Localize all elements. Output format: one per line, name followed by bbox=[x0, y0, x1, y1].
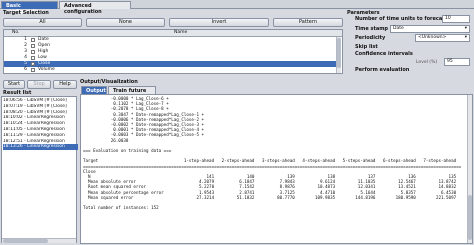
output-vscroll[interactable] bbox=[467, 95, 472, 243]
result-list-hscroll[interactable] bbox=[2, 238, 76, 243]
target-row[interactable]: 6 Volume bbox=[4, 67, 336, 73]
eval-row: Root mean squared error 5.2270 7.1542 8.… bbox=[83, 184, 457, 190]
target-table-scrollbar[interactable] bbox=[336, 37, 341, 73]
row-name: Volume bbox=[38, 67, 55, 72]
row-checkbox[interactable] bbox=[31, 44, 35, 48]
total-line: Total number of instances: 152 bbox=[83, 205, 159, 211]
row-checkbox[interactable]: ✓ bbox=[31, 62, 35, 67]
units-input[interactable]: 10 bbox=[442, 15, 470, 23]
timestamp-value: Date bbox=[393, 26, 404, 31]
output-text: -0.0000 * Lag_Close-6 + 0.1102 * Lag_Clo… bbox=[83, 96, 465, 243]
timestamp-label: Time stamp bbox=[355, 26, 388, 32]
start-button[interactable]: Start bbox=[3, 80, 25, 89]
periodicity-value: <Unknown> bbox=[418, 35, 447, 40]
row-number: 6 bbox=[24, 67, 27, 72]
target-table-header: No. Name bbox=[4, 30, 342, 37]
output-text-area[interactable]: -0.0000 * Lag_Close-6 + 0.1102 * Lag_Clo… bbox=[80, 94, 473, 244]
separator: ========================================… bbox=[83, 163, 462, 169]
header-name: Name bbox=[174, 30, 188, 35]
stop-button[interactable]: Stop bbox=[27, 80, 51, 89]
eval-row: Mean squared error 27.3214 51.1832 80.77… bbox=[83, 194, 457, 200]
pattern-button[interactable]: Pattern bbox=[273, 18, 343, 27]
select-none-button[interactable]: None bbox=[86, 18, 165, 27]
confidence-label: Confidence intervals bbox=[355, 51, 413, 57]
perform-evaluation-label: Perform evaluation bbox=[355, 67, 410, 73]
help-button[interactable]: Help bbox=[53, 80, 77, 89]
skiplist-label: Skip list bbox=[355, 44, 378, 50]
header-no: No. bbox=[12, 30, 20, 35]
timestamp-select[interactable]: Date ▾ bbox=[390, 25, 470, 33]
tab-output[interactable]: Output bbox=[81, 86, 107, 94]
output-visualization-title: Output/Visualization bbox=[80, 79, 138, 85]
target-selection-title: Target Selection bbox=[3, 10, 49, 16]
row-checkbox[interactable] bbox=[31, 68, 35, 72]
level-label: Level (%) bbox=[416, 60, 438, 65]
tab-basic-configuration[interactable]: Basic configuration bbox=[1, 1, 58, 15]
chevron-down-icon: ▾ bbox=[464, 26, 467, 31]
invert-selection-button[interactable]: Invert bbox=[169, 18, 269, 27]
units-label: Number of time units to forecast bbox=[355, 16, 448, 22]
row-checkbox[interactable] bbox=[31, 56, 35, 60]
result-items: 18:06:56 - LibSVM [# [Close] 18:07:19 - L… bbox=[2, 98, 78, 238]
row-checkbox[interactable] bbox=[31, 38, 35, 42]
target-table: No. Name 1 Date 2 Open 3 High 4 Low 5 ✓ Close 6 Volu… bbox=[3, 29, 343, 74]
tab-train-future-pred[interactable]: Train future pred. bbox=[108, 86, 156, 100]
periodicity-label: Periodicity bbox=[355, 35, 386, 41]
result-list: 18:06:56 - LibSVM [# [Close] 18:07:19 - L… bbox=[1, 96, 78, 243]
periodicity-select[interactable]: <Unknown> ▾ bbox=[415, 34, 470, 42]
result-list-item[interactable]: 18:13:26 - LinearRegression bbox=[3, 144, 78, 151]
eval-header: Target 1-step-ahead 2-steps-ahead 3-step… bbox=[83, 158, 457, 164]
select-all-button[interactable]: All bbox=[3, 18, 82, 27]
row-checkbox[interactable] bbox=[31, 50, 35, 54]
target-rows: 1 Date 2 Open 3 High 4 Low 5 ✓ Close 6 Volume bbox=[4, 37, 336, 73]
level-input[interactable]: 95 bbox=[444, 58, 470, 66]
tab-advanced-configuration[interactable]: Advanced configuration bbox=[59, 1, 131, 15]
main-tabbar: Basic configuration Advanced configurati… bbox=[0, 0, 474, 15]
chevron-down-icon: ▾ bbox=[464, 35, 467, 40]
